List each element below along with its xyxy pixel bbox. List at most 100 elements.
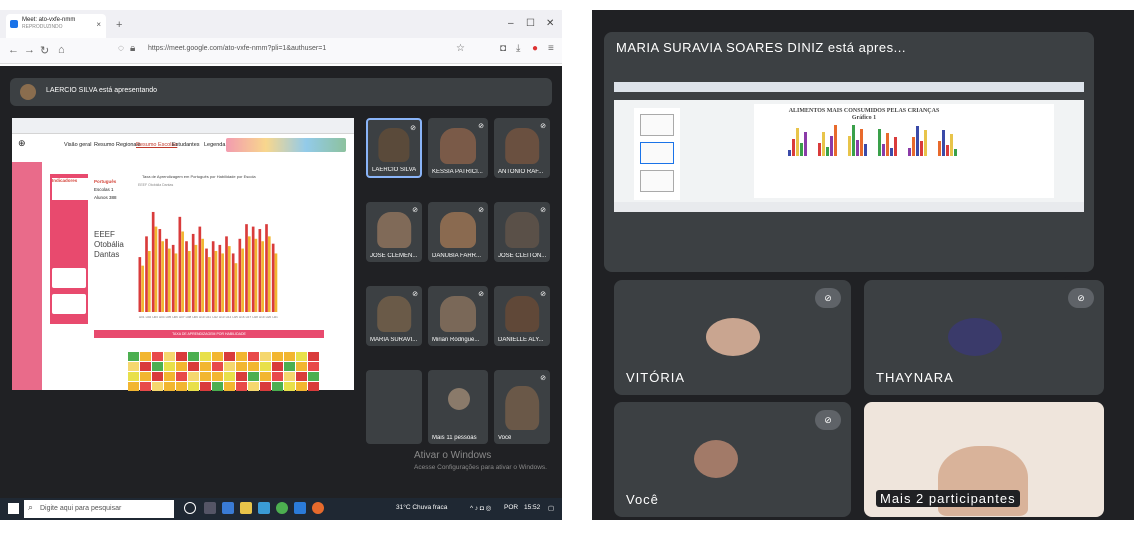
windows-start-icon[interactable] bbox=[8, 503, 19, 514]
participant-tile[interactable]: ⊘ KESSIA PATRICI... bbox=[428, 118, 488, 178]
mic-off-icon: ⊘ bbox=[478, 207, 484, 214]
edge-icon[interactable] bbox=[222, 502, 234, 514]
slide-bar bbox=[920, 141, 923, 156]
table-cell bbox=[236, 352, 247, 361]
activities-icon[interactable]: ⚇ bbox=[518, 534, 529, 548]
filter-box-2[interactable] bbox=[52, 294, 86, 314]
participant-tile[interactable]: ⊘ Você bbox=[494, 370, 550, 444]
clock[interactable]: 15:52 bbox=[524, 504, 540, 511]
download-icon[interactable]: ⤓ bbox=[516, 43, 520, 54]
browser-tab[interactable]: Meet: ato-vxfe-nmm REPRODUZINDO × bbox=[6, 14, 106, 38]
participant-name: THAYNARA bbox=[876, 370, 954, 385]
forward-icon[interactable]: → bbox=[24, 44, 35, 56]
table-cell bbox=[188, 352, 199, 361]
filter-box-1[interactable] bbox=[52, 268, 86, 288]
slide-bar bbox=[860, 129, 863, 156]
back-icon[interactable]: ← bbox=[8, 44, 19, 56]
participant-tile[interactable]: ⊘ DANUBIA FARR... bbox=[428, 202, 488, 262]
bar-H05-s0 bbox=[165, 238, 168, 312]
table-cell bbox=[140, 382, 151, 391]
task-view-icon[interactable] bbox=[204, 502, 216, 514]
participant-tile-voce[interactable]: ⊘ Você bbox=[614, 402, 851, 517]
dash-nav-3[interactable]: Estudantes bbox=[172, 142, 200, 148]
table-cell bbox=[284, 362, 295, 371]
lock-icon[interactable]: 🔒︎ bbox=[130, 43, 135, 54]
slide-bar bbox=[792, 139, 795, 156]
reload-icon[interactable]: ↻ bbox=[40, 44, 49, 57]
home-icon[interactable]: ⌂ bbox=[58, 44, 65, 56]
slide-title-text: ALIMENTOS MAIS CONSUMIDOS PELAS CRIANÇAS bbox=[788, 108, 940, 114]
participant-tile[interactable]: ⊘ DANIELLE ALY... bbox=[494, 286, 550, 346]
participant-tile[interactable]: ⊘ JOSE CLEITON... bbox=[494, 202, 550, 262]
bar-H04-s0 bbox=[158, 229, 162, 312]
table-cell bbox=[224, 352, 235, 361]
dash-nav-0[interactable]: Visão geral bbox=[64, 142, 91, 148]
table-cell bbox=[284, 372, 295, 381]
taskbar-search[interactable]: ⌕ Digite aqui para pesquisar bbox=[24, 500, 174, 518]
table-cell bbox=[260, 382, 271, 391]
restore-icon[interactable]: ☐ bbox=[526, 18, 535, 29]
new-tab-icon[interactable]: + bbox=[116, 19, 122, 31]
table-cell bbox=[272, 352, 283, 361]
row-label bbox=[94, 362, 128, 372]
address-field[interactable]: https://meet.google.com/ato-vxfe-nmm?pli… bbox=[148, 45, 326, 52]
table-cell bbox=[176, 382, 187, 391]
participant-tile[interactable]: ⊘ ANTONIO RAF... bbox=[494, 118, 550, 178]
slide-bar bbox=[818, 143, 821, 156]
thumbnail-3[interactable] bbox=[640, 170, 674, 192]
host-controls-icon[interactable]: ♙ bbox=[538, 534, 549, 548]
x-tick-label: H20 bbox=[266, 315, 272, 319]
tray-icons[interactable]: ^ ♪ ◘ ◎ bbox=[470, 504, 491, 512]
x-tick-label: H03 bbox=[152, 315, 158, 319]
file-explorer-icon[interactable] bbox=[240, 502, 252, 514]
firefox-icon[interactable] bbox=[312, 502, 324, 514]
school-name: EEEF Otobália Dantas bbox=[94, 230, 124, 259]
notification-icon[interactable]: ▢ bbox=[548, 504, 554, 512]
close-tab-icon[interactable]: × bbox=[96, 21, 101, 29]
table-cell bbox=[188, 362, 199, 371]
table-cell bbox=[128, 372, 139, 381]
mic-off-icon: ⊘ bbox=[1068, 288, 1094, 308]
participant-tile[interactable]: Mais 11 pessoas bbox=[428, 370, 488, 444]
people-icon[interactable]: 👥︎ bbox=[478, 534, 493, 548]
dash-nav-4[interactable]: Legenda bbox=[204, 142, 225, 148]
mic-off-icon: ⊘ bbox=[815, 288, 841, 308]
shield-icon[interactable]: ◌ bbox=[118, 43, 124, 54]
store-icon[interactable] bbox=[258, 502, 270, 514]
bookmark-star-icon[interactable]: ☆ bbox=[456, 43, 465, 54]
language-indicator[interactable]: POR bbox=[504, 504, 518, 511]
menu-icon[interactable]: ≡ bbox=[548, 43, 554, 54]
slide-bar bbox=[856, 140, 859, 156]
weather-text[interactable]: 31°C Chuva fraca bbox=[396, 504, 447, 511]
pocket-icon[interactable]: ◘ bbox=[500, 43, 506, 54]
participant-tile[interactable]: ⊘ Mirian Rodrigue... bbox=[428, 286, 488, 346]
slide-subtitle: Gráfico 1 bbox=[851, 115, 877, 121]
chrome-icon[interactable] bbox=[276, 502, 288, 514]
bar-H01-s1 bbox=[141, 265, 144, 312]
slide-title: ALIMENTOS MAIS CONSUMIDOS PELAS CRIANÇAS… bbox=[774, 108, 954, 122]
participant-tile[interactable]: ⊘ JOSE CLEMEN... bbox=[366, 202, 422, 262]
participant-tile-more[interactable]: Mais 2 participantes bbox=[864, 402, 1104, 517]
table-cell bbox=[248, 352, 259, 361]
table-cell bbox=[308, 352, 319, 361]
participant-tile-thaynara[interactable]: ⊘ THAYNARA bbox=[864, 280, 1104, 395]
extension-icon[interactable]: ● bbox=[532, 43, 538, 54]
dash-nav-1[interactable]: Resumo Regionais bbox=[94, 142, 140, 148]
table-cell bbox=[128, 362, 139, 371]
close-window-icon[interactable]: ✕ bbox=[546, 18, 554, 29]
participant-tile[interactable]: ⊘ MARIA SURAVI... bbox=[366, 286, 422, 346]
cortana-icon[interactable] bbox=[184, 502, 196, 514]
mic-off-icon: ⊘ bbox=[412, 207, 418, 214]
thumbnail-2[interactable] bbox=[640, 142, 674, 164]
bar-H14-s1 bbox=[227, 246, 231, 312]
chat-icon[interactable]: ▤ bbox=[498, 534, 509, 548]
word-icon[interactable] bbox=[294, 502, 306, 514]
participant-tile[interactable]: ⊘ LAERCIO SILVA bbox=[366, 118, 422, 178]
participant-video bbox=[377, 212, 411, 248]
table-cell bbox=[200, 352, 211, 361]
thumbnail-1[interactable] bbox=[640, 114, 674, 136]
minimize-icon[interactable]: – bbox=[508, 18, 514, 29]
value-0: 1 bbox=[111, 187, 114, 192]
participant-tile-vitoria[interactable]: ⊘ VITÓRIA bbox=[614, 280, 851, 395]
chart-legend: EEEF Otobália Dantas bbox=[138, 183, 174, 187]
